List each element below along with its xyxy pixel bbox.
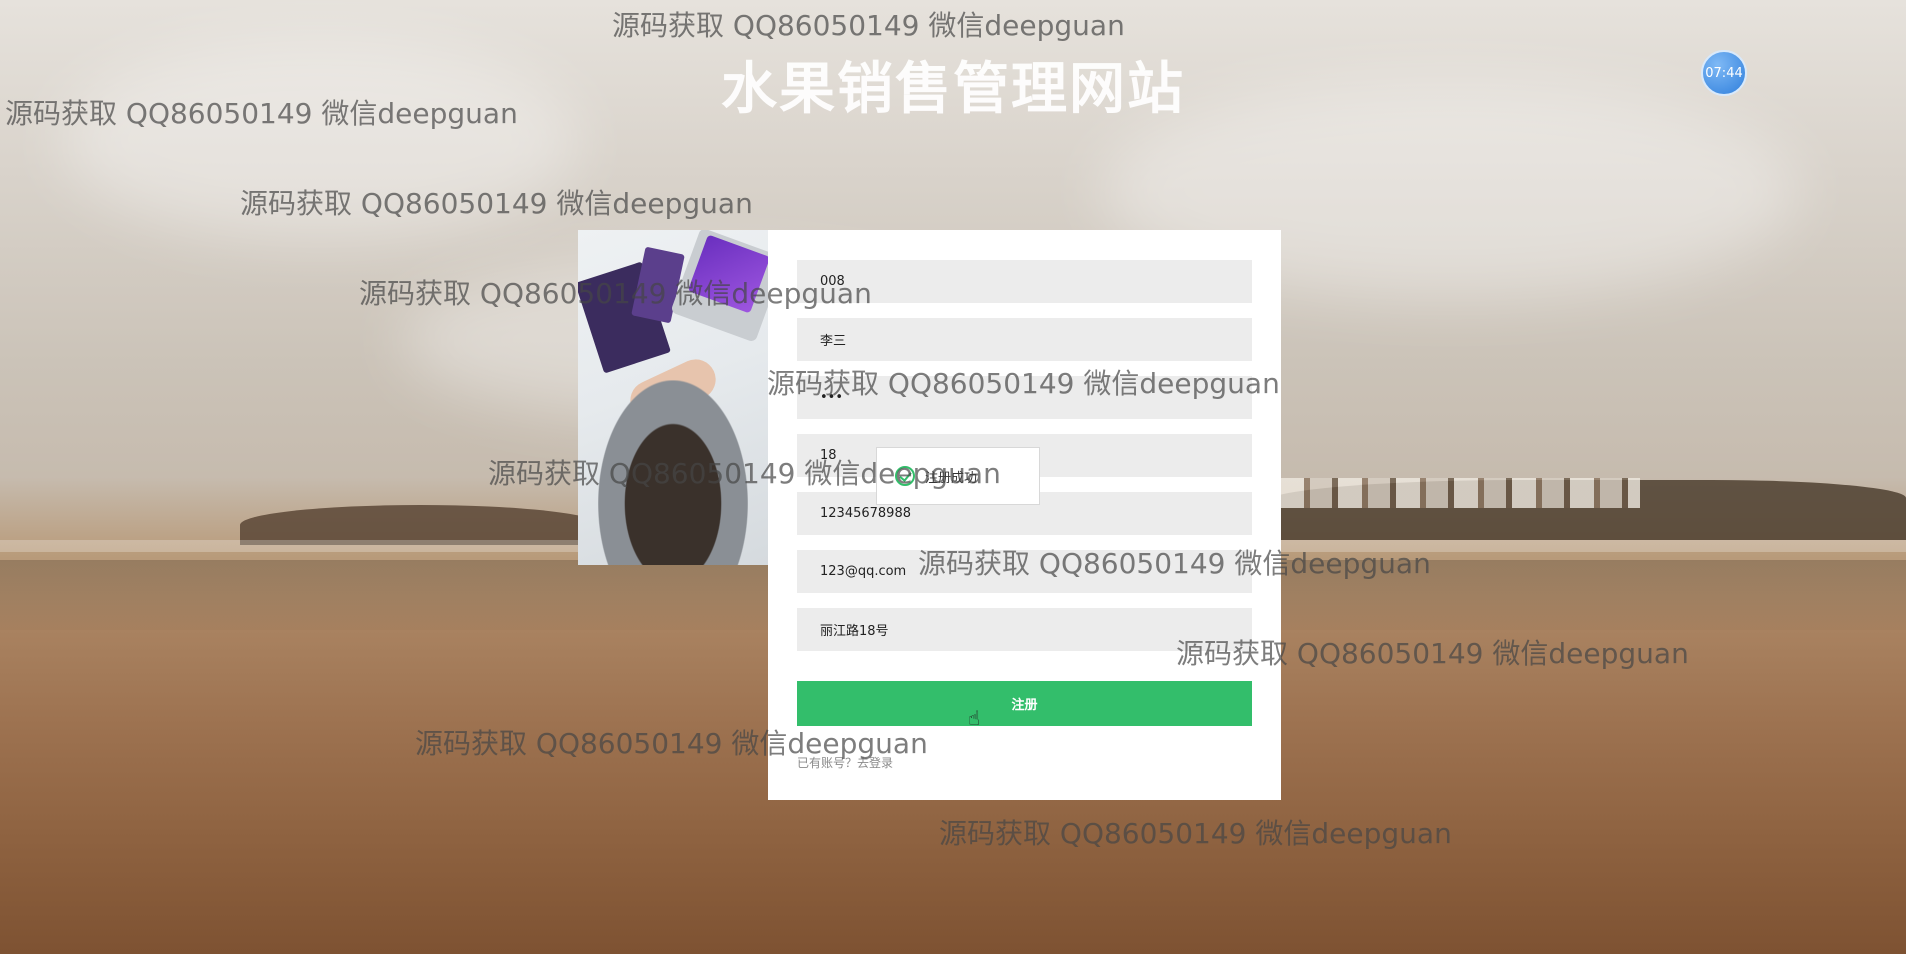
watermark-text: 源码获取 QQ86050149 微信deepguan	[612, 9, 1125, 42]
check-circle-icon	[895, 466, 915, 486]
success-toast: 注册成功	[876, 447, 1040, 505]
watermark-text: 源码获取 QQ86050149 微信deepguan	[939, 817, 1452, 850]
email-input[interactable]: 123@qq.com	[797, 550, 1252, 593]
password-input[interactable]: •••	[797, 376, 1252, 419]
background-hill	[240, 505, 600, 545]
clock-widget[interactable]: 07:44	[1701, 50, 1747, 96]
toast-message: 注册成功	[925, 470, 978, 486]
account-input[interactable]: 008	[797, 260, 1252, 303]
login-link[interactable]: 已有账号？去登录	[797, 754, 893, 771]
address-input[interactable]: 丽江路18号	[797, 608, 1252, 651]
hand-cursor-icon: ☝	[968, 706, 981, 730]
side-photo	[578, 230, 768, 565]
register-button[interactable]: 注册	[797, 681, 1252, 726]
photo-person	[598, 380, 748, 565]
registration-page: 水果销售管理网站 07:44 008 李三 ••• 18 12345678988…	[0, 0, 1906, 954]
site-title: 水果销售管理网站	[721, 57, 1185, 122]
background-houses	[1280, 478, 1640, 508]
register-form: 008 李三 ••• 18 12345678988 123@qq.com 丽江路…	[768, 230, 1281, 800]
name-input[interactable]: 李三	[797, 318, 1252, 361]
